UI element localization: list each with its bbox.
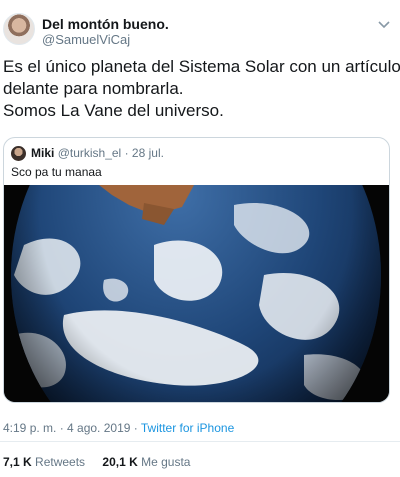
likes-label: Me gusta <box>141 455 191 469</box>
chevron-down-icon[interactable] <box>378 20 390 30</box>
quoted-separator: · <box>124 146 129 160</box>
author-handle[interactable]: @SamuelViCaj <box>42 32 130 47</box>
tweet-text: Es el único planeta del Sistema Solar co… <box>3 56 400 122</box>
tweet-source-link[interactable]: Twitter for iPhone <box>141 421 234 435</box>
tweet-stats: 7,1 K Retweets 20,1 K Me gusta <box>3 455 204 469</box>
quoted-author-avatar <box>11 146 26 161</box>
quoted-tweet[interactable]: Miki @turkish_el · 28 jul. Sco pa tu man… <box>3 137 390 403</box>
earth-photo-graphic <box>4 185 389 402</box>
tweet-text-line: delante para nombrarla. <box>3 79 184 98</box>
likes-stat[interactable]: 20,1 K Me gusta <box>102 455 190 469</box>
author-display-name[interactable]: Del montón bueno. <box>42 16 169 32</box>
tweet-header: Del montón bueno. @SamuelViCaj <box>0 10 400 50</box>
quoted-author-name: Miki <box>31 146 55 160</box>
quoted-tweet-text: Sco pa tu manaa <box>11 165 102 179</box>
retweets-label: Retweets <box>35 455 86 469</box>
quoted-author-handle: @turkish_el <box>57 146 122 160</box>
quoted-date: 28 jul. <box>131 146 164 160</box>
retweets-stat[interactable]: 7,1 K Retweets <box>3 455 85 469</box>
tweet-text-line: Es el único planeta del Sistema Solar co… <box>3 57 400 76</box>
tweet-text-line: Somos La Vane del universo. <box>3 101 224 120</box>
earth-image[interactable] <box>4 185 389 402</box>
divider <box>0 441 400 442</box>
retweets-count: 7,1 K <box>3 455 32 469</box>
tweet-time[interactable]: 4:19 p. m. · 4 ago. 2019 · <box>3 421 138 435</box>
author-avatar[interactable] <box>3 13 35 45</box>
quoted-tweet-header: Miki @turkish_el · 28 jul. <box>31 146 164 160</box>
tweet-timestamp: 4:19 p. m. · 4 ago. 2019 · Twitter for i… <box>3 421 234 435</box>
tweet: Del montón bueno. @SamuelViCaj Es el úni… <box>0 0 400 477</box>
likes-count: 20,1 K <box>102 455 138 469</box>
